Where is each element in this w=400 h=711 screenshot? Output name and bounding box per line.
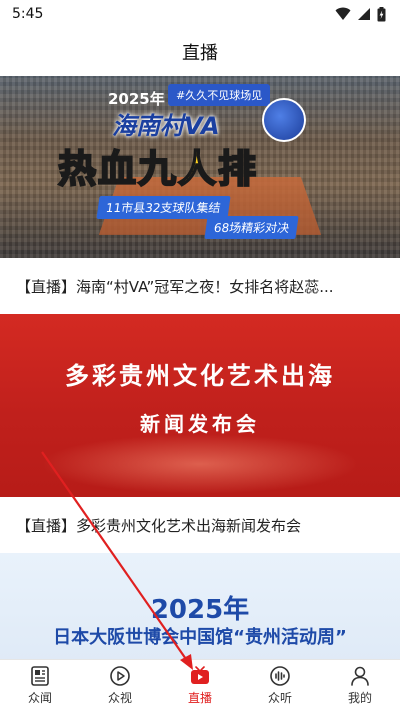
banner-place: 海南村VA bbox=[112, 112, 220, 140]
nav-label: 众闻 bbox=[27, 691, 52, 705]
play-circle-icon bbox=[110, 666, 130, 686]
banner-hainan-volleyball[interactable]: 2025年 #久久不见球场见 海南村VA 热血九人排 11市县32支球队集结 6… bbox=[0, 76, 400, 258]
card-caption[interactable]: 【直播】海南“村VA”冠军之夜！女排名将赵蕊... bbox=[0, 258, 400, 314]
nav-item-news[interactable]: 众闻 bbox=[0, 660, 80, 711]
banner-headline: 热血九人排 bbox=[57, 145, 259, 192]
banner-subtitle: 新闻发布会 bbox=[140, 412, 260, 436]
bottom-nav: 众闻 众视 直播 众听 我的 bbox=[0, 659, 400, 711]
banner-glow bbox=[40, 434, 360, 494]
newspaper-icon bbox=[31, 666, 49, 686]
caption-text: 【直播】多彩贵州文化艺术出海新闻发布会 bbox=[16, 516, 302, 535]
status-time: 5:45 bbox=[12, 6, 44, 22]
audio-wave-icon bbox=[270, 666, 290, 686]
battery-icon bbox=[377, 6, 386, 21]
nav-item-audio[interactable]: 众听 bbox=[240, 660, 320, 711]
live-card-guizhou[interactable]: 多彩贵州文化艺术出海 新闻发布会 【直播】多彩贵州文化艺术出海新闻发布会 bbox=[0, 314, 400, 553]
app-header: 直播 bbox=[0, 28, 400, 76]
caption-text: 【直播】海南“村VA”冠军之夜！女排名将赵蕊... bbox=[16, 277, 334, 296]
banner-tag-matches: 68场精彩对决 bbox=[204, 216, 299, 239]
banner-title: 日本大阪世博会中国馆“贵州活动周” bbox=[53, 627, 347, 648]
banner-osaka-expo[interactable]: 2025年 日本大阪世博会中国馆“贵州活动周” bbox=[0, 553, 400, 659]
cellular-signal-icon bbox=[358, 8, 370, 20]
nav-label: 众视 bbox=[107, 691, 132, 705]
live-card-hainan[interactable]: 2025年 #久久不见球场见 海南村VA 热血九人排 11市县32支球队集结 6… bbox=[0, 76, 400, 314]
banner-title: 多彩贵州文化艺术出海 bbox=[65, 362, 335, 390]
banner-hashtag: #久久不见球场见 bbox=[168, 84, 271, 106]
person-icon bbox=[351, 666, 369, 686]
wifi-icon bbox=[335, 7, 351, 20]
nav-label: 我的 bbox=[347, 691, 372, 705]
status-icons bbox=[335, 6, 386, 22]
status-bar: 5:45 bbox=[0, 0, 400, 28]
nav-item-profile[interactable]: 我的 bbox=[320, 660, 400, 711]
card-caption[interactable]: 【直播】多彩贵州文化艺术出海新闻发布会 bbox=[0, 497, 400, 553]
banner-year: 2025年 bbox=[150, 595, 250, 625]
live-feed[interactable]: 2025年 #久久不见球场见 海南村VA 热血九人排 11市县32支球队集结 6… bbox=[0, 76, 400, 659]
nav-item-live[interactable]: 直播 bbox=[160, 660, 240, 711]
nav-label: 众听 bbox=[267, 691, 292, 705]
tv-icon bbox=[191, 666, 209, 684]
nav-item-video[interactable]: 众视 bbox=[80, 660, 160, 711]
live-card-expo[interactable]: 2025年 日本大阪世博会中国馆“贵州活动周” bbox=[0, 553, 400, 659]
page-title: 直播 bbox=[182, 43, 218, 64]
volleyball-logo-icon bbox=[262, 98, 306, 142]
banner-guizhou-press[interactable]: 多彩贵州文化艺术出海 新闻发布会 bbox=[0, 314, 400, 497]
nav-label: 直播 bbox=[187, 691, 212, 705]
